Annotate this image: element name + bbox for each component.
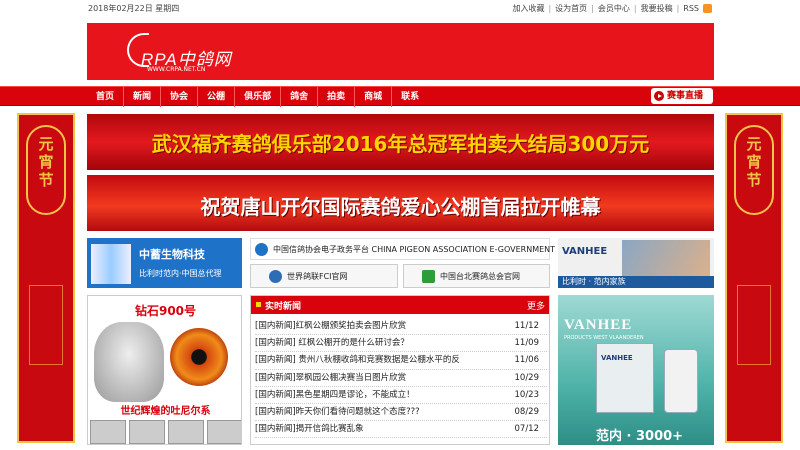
news-list: [国内新闻]红枫公棚颁奖拍卖会图片欣赏 11/12 [国内新闻] 红枫公棚开的是什… <box>255 318 547 439</box>
thumbnail[interactable] <box>168 420 204 444</box>
ad-title: 钻石900号 <box>134 304 197 318</box>
left-festival-banner[interactable]: 元宵节 <box>17 113 75 443</box>
diamond-pigeon-ad[interactable]: 钻石900号 世纪辉煌的吐尼尔系 <box>87 295 242 445</box>
submit-article-link[interactable]: 我要投稿 <box>641 3 673 14</box>
list-item[interactable]: [国内新闻]揭开信鸽比赛乱象 07/12 <box>255 421 547 439</box>
ad-brand: 中蓄生物科技 <box>139 248 205 261</box>
member-center-link[interactable]: 会员中心 <box>598 3 630 14</box>
festival-text: 元宵节 <box>38 135 54 189</box>
news-item-date: 07/12 <box>514 424 540 435</box>
taipei-federation-link[interactable]: 中国台北赛鸽总会官网 <box>403 264 550 288</box>
rss-link[interactable]: RSS <box>683 4 699 13</box>
news-item-date: 10/23 <box>514 389 540 400</box>
vanhee-product-ad[interactable]: VANHEE PRODUCTS WEST VLAANDEREN VANHEE 范… <box>558 295 714 445</box>
more-news-link[interactable]: 更多 <box>527 299 545 312</box>
top-bar: 2018年02月22日 星期四 加入收藏 | 设为首页 | 会员中心 | 我要投稿 | … <box>0 0 800 18</box>
ad-slogan: 比利时 · 范内家族 <box>558 276 714 288</box>
thumbnail[interactable] <box>90 420 126 444</box>
ad-brand: VANHEE <box>564 317 633 333</box>
realtime-news-panel: 实时新闻 更多 [国内新闻]红枫公棚颁奖拍卖会图片欣赏 11/12 [国内新闻] … <box>250 295 550 445</box>
nav-home[interactable]: 首页 <box>87 87 125 107</box>
divider: | <box>591 4 594 13</box>
product-bottles-image <box>91 244 131 284</box>
divider: | <box>548 4 552 13</box>
pigeon-image <box>94 322 164 402</box>
leaf-icon <box>422 270 435 283</box>
nav-contact[interactable]: 联系 <box>392 87 428 107</box>
thumbnail[interactable] <box>207 420 241 444</box>
list-item[interactable]: [国内新闻]翠枫园公棚决赛当日图片欣赏 10/29 <box>255 370 547 387</box>
list-item[interactable]: [国内新闻] 贵州八秋棚收鸽和竞赛数据是公棚水平的反 11/06 <box>255 352 547 370</box>
promo-headline: 武汉福齐赛鸽俱乐部2016年总冠军拍卖大结局300万元 <box>151 132 650 156</box>
divider: | <box>676 4 680 13</box>
current-date: 2018年02月22日 星期四 <box>88 4 180 13</box>
divider: | <box>633 4 637 13</box>
news-item-date: 11/06 <box>514 355 540 366</box>
pigeon-eye-icon <box>170 328 228 386</box>
news-item-title[interactable]: [国内新闻] 贵州八秋棚收鸽和竞赛数据是公棚水平的反 <box>255 352 460 368</box>
set-homepage-link[interactable]: 设为首页 <box>555 3 587 14</box>
bio-tech-ad[interactable]: 中蓄生物科技 比利时范内·中国总代理 <box>87 238 242 288</box>
festival-text: 元宵节 <box>746 135 762 189</box>
loft-opening-promo-banner[interactable]: 祝贺唐山开尔国际赛鸽爱心公棚首届拉开帷幕 <box>87 175 714 231</box>
news-title: 实时新闻 <box>265 302 302 312</box>
nav-association[interactable]: 协会 <box>161 87 199 107</box>
list-item[interactable]: [国内新闻]黑色星期四是谬论，不能成立！ 10/23 <box>255 387 547 404</box>
nav-shop[interactable]: 商城 <box>355 87 393 107</box>
ad-subtitle: PRODUCTS WEST VLAANDEREN <box>564 335 644 341</box>
gov-platform-label: 中国信鸽协会电子政务平台 CHINA PIGEON ASSOCIATION E-… <box>273 245 601 254</box>
globe-icon <box>269 270 282 283</box>
gov-platform-link[interactable]: 中国信鸽协会电子政务平台 CHINA PIGEON ASSOCIATION E-… <box>250 238 600 260</box>
square-bullet-icon <box>256 302 261 307</box>
right-festival-banner[interactable]: 元宵节 <box>725 113 783 443</box>
nav-pigeon-house[interactable]: 鸽舍 <box>281 87 319 107</box>
header-banner: RPA中鸽网 WWW.CRPA.NET.CN <box>87 23 714 80</box>
add-favorite-link[interactable]: 加入收藏 <box>512 3 544 14</box>
news-item-title[interactable]: [国内新闻]黑色星期四是谬论，不能成立！ <box>255 387 415 403</box>
list-item[interactable]: [国内新闻]昨天你们看待问题就这个态度??? 08/29 <box>255 404 547 422</box>
nav-news[interactable]: 新闻 <box>124 87 162 107</box>
nav-auction[interactable]: 拍卖 <box>318 87 356 107</box>
promo-headline: 祝贺唐山开尔国际赛鸽爱心公棚首届拉开帷幕 <box>200 195 601 219</box>
globe-icon <box>255 243 268 256</box>
list-item[interactable]: [国内新闻] 红枫公棚开的是什么研讨会？ 11/09 <box>255 335 547 353</box>
family-photo-image <box>622 240 710 276</box>
news-item-date: 11/12 <box>514 321 540 331</box>
news-item-title[interactable]: [国内新闻]揭开信鸽比赛乱象 <box>255 421 364 437</box>
news-item-title[interactable]: [国内新闻]昨天你们看待问题就这个态度??? <box>255 404 420 420</box>
ad-price: 范内 · 3000+ <box>596 429 684 444</box>
top-links: 加入收藏 | 设为首页 | 会员中心 | 我要投稿 | RSS <box>512 3 712 14</box>
decoration <box>737 285 771 365</box>
live-broadcast-button[interactable]: 赛事直播 <box>651 88 713 104</box>
ad-caption: 世纪辉煌的吐尼尔系 <box>120 406 211 417</box>
decoration <box>29 285 63 365</box>
news-item-date: 10/29 <box>514 372 540 383</box>
list-item[interactable]: [国内新闻]红枫公棚颁奖拍卖会图片欣赏 11/12 <box>255 318 547 336</box>
news-item-title[interactable]: [国内新闻]翠枫园公棚决赛当日图片欣赏 <box>255 370 406 386</box>
vanhee-family-ad[interactable]: VANHEE 比利时 · 范内家族 <box>558 238 714 288</box>
play-icon <box>654 91 664 101</box>
news-item-date: 11/09 <box>514 338 540 349</box>
news-item-date: 08/29 <box>514 406 540 417</box>
box-brand: VANHEE <box>601 354 633 362</box>
product-box-image: VANHEE <box>596 343 654 413</box>
ad-brand: VANHEE <box>562 246 608 257</box>
fci-label: 世界鸽联FCI官网 <box>287 272 348 281</box>
pigeon-thumbnails <box>90 420 241 444</box>
logo-url: WWW.CRPA.NET.CN <box>147 66 206 73</box>
thumbnail[interactable] <box>129 420 165 444</box>
news-item-title[interactable]: [国内新闻]红枫公棚颁奖拍卖会图片欣赏 <box>255 318 406 334</box>
nav-club[interactable]: 俱乐部 <box>235 87 282 107</box>
ad-slogan: 比利时范内·中国总代理 <box>139 269 222 278</box>
rss-icon[interactable] <box>703 4 712 13</box>
auction-promo-banner[interactable]: 武汉福齐赛鸽俱乐部2016年总冠军拍卖大结局300万元 <box>87 114 714 170</box>
live-broadcast-label: 赛事直播 <box>667 91 704 101</box>
news-item-title[interactable]: [国内新闻] 红枫公棚开的是什么研讨会？ <box>255 335 409 351</box>
product-bottle-image <box>664 349 698 413</box>
fci-site-link[interactable]: 世界鸽联FCI官网 <box>250 264 398 288</box>
news-header: 实时新闻 更多 <box>251 296 549 314</box>
nav-loft[interactable]: 公棚 <box>198 87 236 107</box>
taipei-label: 中国台北赛鸽总会官网 <box>440 272 520 281</box>
